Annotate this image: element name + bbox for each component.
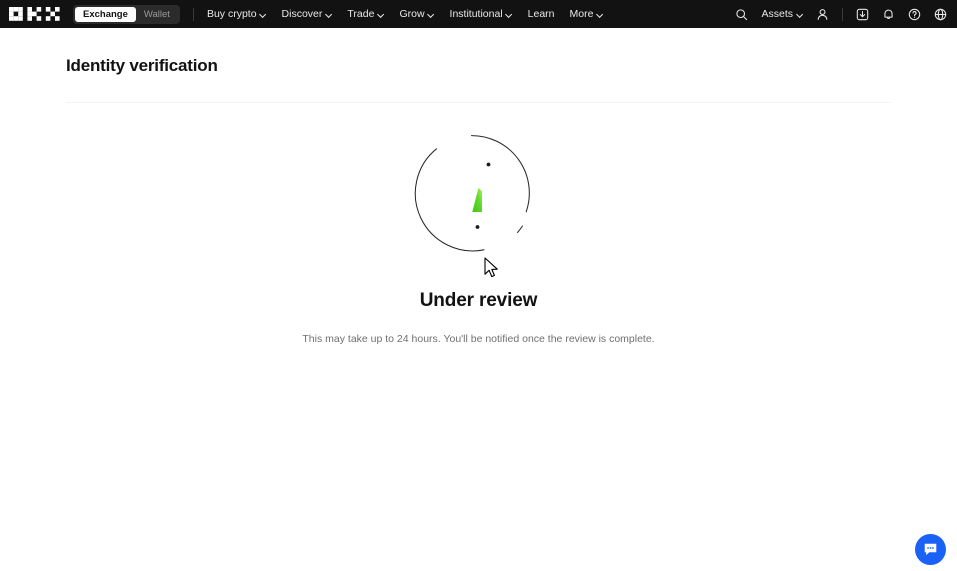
spinner-arc-bottom [516, 225, 523, 234]
page-content: Identity verification Under review This … [0, 28, 957, 345]
bell-icon[interactable] [882, 8, 895, 21]
nav-label: Discover [281, 8, 323, 20]
help-circle-icon[interactable] [908, 8, 921, 21]
loading-spinner-graphic [414, 135, 530, 252]
search-icon[interactable] [735, 8, 748, 21]
chevron-down-icon [506, 11, 513, 18]
assets-label: Assets [761, 8, 793, 20]
loading-spinner [414, 128, 544, 258]
page-title: Identity verification [66, 56, 218, 75]
spinner-dot-upper [486, 162, 490, 167]
nav-label: Learn [527, 8, 555, 20]
nav-item-trade[interactable]: Trade [347, 8, 384, 20]
download-icon[interactable] [856, 8, 869, 21]
title-divider [66, 102, 891, 103]
toggle-wallet[interactable]: Wallet [136, 7, 178, 22]
status-heading: Under review [419, 290, 538, 311]
chevron-down-icon [596, 11, 603, 18]
assets-menu[interactable]: Assets [761, 8, 803, 20]
nav-item-institutional[interactable]: Institutional [450, 8, 513, 20]
nav-item-learn[interactable]: Learn [528, 8, 555, 20]
user-icon[interactable] [816, 8, 829, 21]
header-actions: Assets [735, 7, 947, 21]
okx-logo[interactable] [9, 7, 60, 21]
toggle-exchange[interactable]: Exchange [75, 6, 136, 22]
nav-item-grow[interactable]: Grow [399, 8, 434, 20]
nav-item-more[interactable]: More [570, 8, 604, 20]
nav-label: Trade [347, 8, 375, 20]
verification-status-block: Under review This may take up to 24 hour… [66, 128, 891, 345]
chat-support-button[interactable] [915, 534, 946, 565]
chat-bubble-icon [924, 543, 937, 556]
chevron-down-icon [796, 11, 803, 18]
spinner-green-mark [471, 188, 482, 212]
status-description: This may take up to 24 hours. You'll be … [302, 333, 655, 345]
chevron-down-icon [260, 11, 267, 18]
nav-item-buy-crypto[interactable]: Buy crypto [207, 8, 267, 20]
nav-label: More [569, 8, 594, 20]
top-navigation-bar: Exchange Wallet Buy crypto Discover Trad… [0, 0, 957, 28]
chevron-down-icon [428, 11, 435, 18]
nav-label: Institutional [449, 8, 503, 20]
nav-item-discover[interactable]: Discover [282, 8, 333, 20]
globe-icon[interactable] [934, 8, 947, 21]
exchange-wallet-toggle[interactable]: Exchange Wallet [73, 4, 180, 24]
header-actions-divider [842, 7, 843, 21]
header-divider [192, 7, 194, 21]
spinner-arc-left [414, 148, 485, 252]
nav-label: Buy crypto [206, 8, 257, 20]
spinner-dot-lower [475, 225, 479, 229]
nav-label: Grow [399, 8, 425, 20]
chevron-down-icon [377, 11, 384, 18]
primary-nav: Buy crypto Discover Trade Grow Instituti… [207, 8, 604, 20]
chevron-down-icon [325, 11, 332, 18]
